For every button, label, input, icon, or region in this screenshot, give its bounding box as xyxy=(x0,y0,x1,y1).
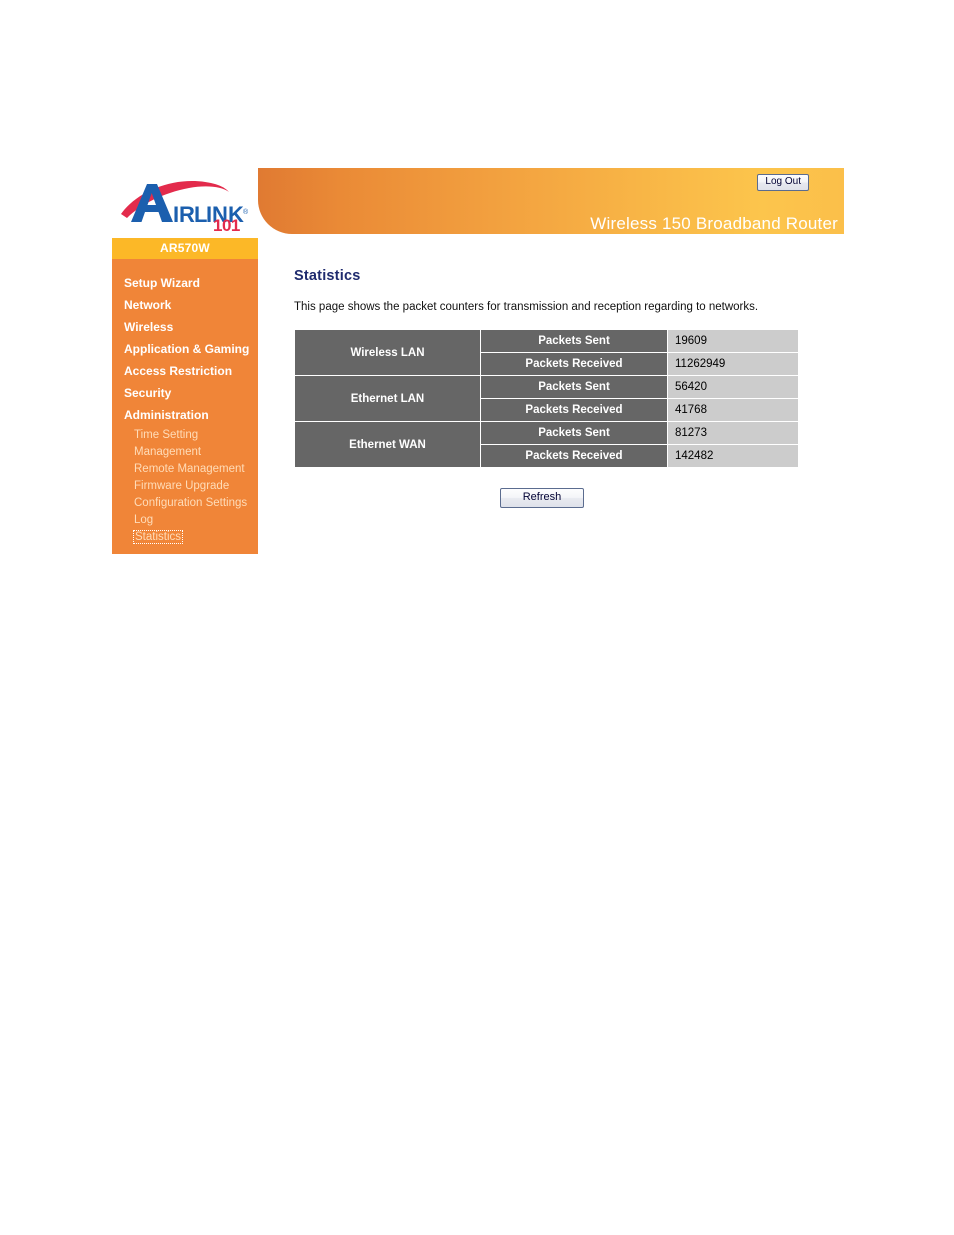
sidebar: AR570W Setup Wizard Network Wireless App… xyxy=(112,238,258,554)
statistics-table: Wireless LAN Packets Sent 19609 Packets … xyxy=(294,329,799,468)
sidebar-subitem-label: Management xyxy=(134,446,202,458)
metric-value: 56420 xyxy=(668,376,798,398)
metric-value: 19609 xyxy=(668,330,798,352)
sidebar-subitem-log[interactable]: Log xyxy=(112,512,258,529)
metric-label: Packets Sent xyxy=(481,422,667,444)
sidebar-subitem-configuration-settings[interactable]: Configuration Settings xyxy=(112,495,258,512)
sidebar-subitem-label: Firmware Upgrade xyxy=(134,480,230,492)
sidebar-subitem-firmware-upgrade[interactable]: Firmware Upgrade xyxy=(112,478,258,495)
metric-label: Packets Received xyxy=(481,353,667,375)
sidebar-item-wireless[interactable]: Wireless xyxy=(112,316,258,338)
svg-text:R: R xyxy=(179,202,195,227)
page-description: This page shows the packet counters for … xyxy=(294,301,759,313)
sidebar-subitem-management[interactable]: Management xyxy=(112,444,258,461)
sidebar-subitem-time-setting[interactable]: Time Setting xyxy=(112,427,258,444)
svg-text:®: ® xyxy=(243,208,249,216)
sidebar-item-label: Network xyxy=(124,298,172,312)
metric-label: Packets Sent xyxy=(481,330,667,352)
sidebar-submenu-administration: Time Setting Management Remote Managemen… xyxy=(112,426,258,546)
content-pane: Statistics This page shows the packet co… xyxy=(294,238,844,588)
refresh-button-container: Refresh xyxy=(294,468,790,508)
product-title: Wireless 150 Broadband Router xyxy=(590,214,838,233)
sidebar-item-setup-wizard[interactable]: Setup Wizard xyxy=(112,272,258,294)
sidebar-menu: Setup Wizard Network Wireless Applicatio… xyxy=(112,259,258,546)
page-header: I R L I N K ® 101 Wireless 150 Broadband… xyxy=(112,168,844,238)
sidebar-item-label: Wireless xyxy=(124,320,174,334)
sidebar-item-label: Security xyxy=(124,386,172,400)
svg-text:I: I xyxy=(173,202,179,227)
logout-button[interactable]: Log Out xyxy=(757,174,809,191)
svg-text:I: I xyxy=(206,202,212,227)
metric-value: 41768 xyxy=(668,399,798,421)
metric-value: 11262949 xyxy=(668,353,798,375)
brand-logo: I R L I N K ® 101 xyxy=(112,168,258,238)
sidebar-subitem-label: Log xyxy=(134,514,154,526)
sidebar-item-label: Setup Wizard xyxy=(124,276,200,290)
sidebar-item-security[interactable]: Security xyxy=(112,382,258,404)
sidebar-item-access-restriction[interactable]: Access Restriction xyxy=(112,360,258,382)
table-row: Ethernet LAN Packets Sent 56420 xyxy=(295,376,798,421)
sidebar-subitem-label: Remote Management xyxy=(134,463,245,475)
metric-label: Packets Sent xyxy=(481,376,667,398)
page-title: Statistics xyxy=(294,268,361,284)
metric-value: 142482 xyxy=(668,445,798,467)
refresh-button[interactable]: Refresh xyxy=(499,488,585,508)
metric-label: Packets Received xyxy=(481,445,667,467)
sidebar-item-label: Application & Gaming xyxy=(124,342,250,356)
sidebar-subitem-label: Statistics xyxy=(132,530,184,544)
interface-label: Ethernet LAN xyxy=(295,376,480,421)
sidebar-item-administration[interactable]: Administration xyxy=(112,404,258,426)
metric-value: 81273 xyxy=(668,422,798,444)
router-admin-page: I R L I N K ® 101 Wireless 150 Broadband… xyxy=(112,168,844,554)
sidebar-item-label: Access Restriction xyxy=(124,364,233,378)
sidebar-subitem-remote-management[interactable]: Remote Management xyxy=(112,461,258,478)
sidebar-item-network[interactable]: Network xyxy=(112,294,258,316)
sidebar-subitem-statistics[interactable]: Statistics xyxy=(112,529,258,546)
interface-label: Ethernet WAN xyxy=(295,422,480,467)
table-row: Ethernet WAN Packets Sent 81273 xyxy=(295,422,798,467)
sidebar-subitem-label: Configuration Settings xyxy=(134,497,248,509)
interface-label: Wireless LAN xyxy=(295,330,480,375)
airlink-101-logo-icon: I R L I N K ® 101 xyxy=(121,180,249,232)
sidebar-item-label: Administration xyxy=(124,408,209,422)
svg-text:101: 101 xyxy=(213,216,240,232)
sidebar-item-application-and-gaming[interactable]: Application & Gaming xyxy=(112,338,258,360)
metric-label: Packets Received xyxy=(481,399,667,421)
table-row: Wireless LAN Packets Sent 19609 xyxy=(295,330,798,375)
sidebar-model-label: AR570W xyxy=(112,238,258,259)
sidebar-subitem-label: Time Setting xyxy=(134,429,199,441)
